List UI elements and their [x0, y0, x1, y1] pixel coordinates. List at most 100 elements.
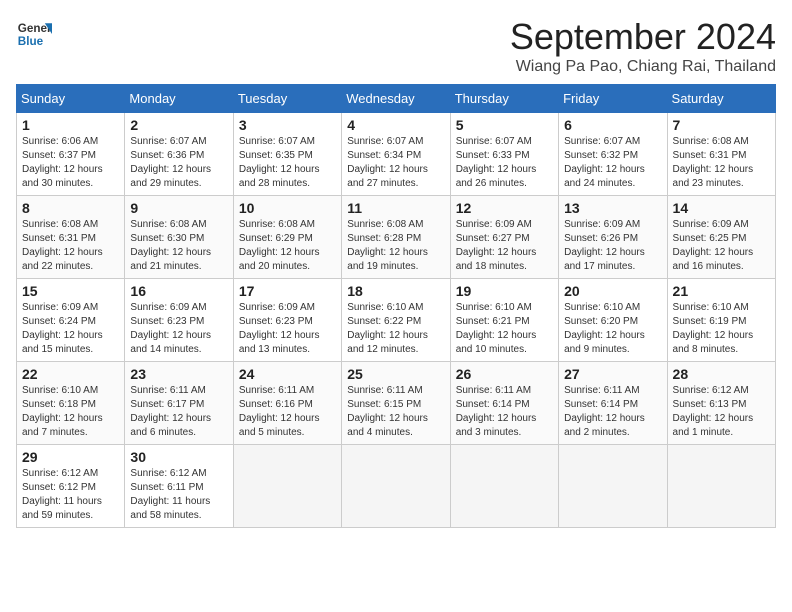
empty-cell — [233, 445, 341, 528]
col-header-thursday: Thursday — [450, 85, 558, 113]
calendar-header-row: SundayMondayTuesdayWednesdayThursdayFrid… — [17, 85, 776, 113]
day-cell-24: 24 Sunrise: 6:11 AM Sunset: 6:16 PM Dayl… — [233, 362, 341, 445]
day-number: 21 — [673, 283, 770, 299]
day-cell-30: 30 Sunrise: 6:12 AM Sunset: 6:11 PM Dayl… — [125, 445, 233, 528]
header: General Blue September 2024 Wiang Pa Pao… — [16, 16, 776, 76]
empty-cell — [450, 445, 558, 528]
day-number: 13 — [564, 200, 661, 216]
day-number: 2 — [130, 117, 227, 133]
day-number: 7 — [673, 117, 770, 133]
day-cell-22: 22 Sunrise: 6:10 AM Sunset: 6:18 PM Dayl… — [17, 362, 125, 445]
day-number: 25 — [347, 366, 444, 382]
day-cell-23: 23 Sunrise: 6:11 AM Sunset: 6:17 PM Dayl… — [125, 362, 233, 445]
day-number: 19 — [456, 283, 553, 299]
day-cell-18: 18 Sunrise: 6:10 AM Sunset: 6:22 PM Dayl… — [342, 279, 450, 362]
calendar-table: SundayMondayTuesdayWednesdayThursdayFrid… — [16, 84, 776, 528]
day-info: Sunrise: 6:12 AM Sunset: 6:13 PM Dayligh… — [673, 384, 770, 440]
day-info: Sunrise: 6:09 AM Sunset: 6:23 PM Dayligh… — [130, 301, 227, 357]
day-info: Sunrise: 6:11 AM Sunset: 6:16 PM Dayligh… — [239, 384, 336, 440]
day-info: Sunrise: 6:11 AM Sunset: 6:15 PM Dayligh… — [347, 384, 444, 440]
day-info: Sunrise: 6:09 AM Sunset: 6:23 PM Dayligh… — [239, 301, 336, 357]
day-number: 30 — [130, 449, 227, 465]
day-cell-12: 12 Sunrise: 6:09 AM Sunset: 6:27 PM Dayl… — [450, 196, 558, 279]
day-number: 8 — [22, 200, 119, 216]
day-number: 26 — [456, 366, 553, 382]
col-header-wednesday: Wednesday — [342, 85, 450, 113]
day-info: Sunrise: 6:07 AM Sunset: 6:35 PM Dayligh… — [239, 135, 336, 191]
day-number: 23 — [130, 366, 227, 382]
title-area: September 2024 Wiang Pa Pao, Chiang Rai,… — [510, 16, 776, 76]
day-number: 12 — [456, 200, 553, 216]
day-cell-19: 19 Sunrise: 6:10 AM Sunset: 6:21 PM Dayl… — [450, 279, 558, 362]
day-cell-5: 5 Sunrise: 6:07 AM Sunset: 6:33 PM Dayli… — [450, 113, 558, 196]
day-number: 15 — [22, 283, 119, 299]
day-cell-6: 6 Sunrise: 6:07 AM Sunset: 6:32 PM Dayli… — [559, 113, 667, 196]
day-info: Sunrise: 6:11 AM Sunset: 6:14 PM Dayligh… — [564, 384, 661, 440]
day-info: Sunrise: 6:08 AM Sunset: 6:29 PM Dayligh… — [239, 218, 336, 274]
day-info: Sunrise: 6:09 AM Sunset: 6:27 PM Dayligh… — [456, 218, 553, 274]
day-cell-11: 11 Sunrise: 6:08 AM Sunset: 6:28 PM Dayl… — [342, 196, 450, 279]
day-cell-28: 28 Sunrise: 6:12 AM Sunset: 6:13 PM Dayl… — [667, 362, 775, 445]
day-number: 20 — [564, 283, 661, 299]
day-info: Sunrise: 6:10 AM Sunset: 6:22 PM Dayligh… — [347, 301, 444, 357]
day-number: 22 — [22, 366, 119, 382]
day-cell-7: 7 Sunrise: 6:08 AM Sunset: 6:31 PM Dayli… — [667, 113, 775, 196]
day-info: Sunrise: 6:08 AM Sunset: 6:30 PM Dayligh… — [130, 218, 227, 274]
day-info: Sunrise: 6:12 AM Sunset: 6:12 PM Dayligh… — [22, 467, 119, 523]
day-info: Sunrise: 6:09 AM Sunset: 6:26 PM Dayligh… — [564, 218, 661, 274]
day-cell-13: 13 Sunrise: 6:09 AM Sunset: 6:26 PM Dayl… — [559, 196, 667, 279]
week-row-3: 15 Sunrise: 6:09 AM Sunset: 6:24 PM Dayl… — [17, 279, 776, 362]
day-number: 16 — [130, 283, 227, 299]
logo: General Blue — [16, 16, 52, 52]
week-row-2: 8 Sunrise: 6:08 AM Sunset: 6:31 PM Dayli… — [17, 196, 776, 279]
col-header-sunday: Sunday — [17, 85, 125, 113]
day-cell-16: 16 Sunrise: 6:09 AM Sunset: 6:23 PM Dayl… — [125, 279, 233, 362]
week-row-4: 22 Sunrise: 6:10 AM Sunset: 6:18 PM Dayl… — [17, 362, 776, 445]
day-info: Sunrise: 6:10 AM Sunset: 6:20 PM Dayligh… — [564, 301, 661, 357]
col-header-friday: Friday — [559, 85, 667, 113]
day-number: 6 — [564, 117, 661, 133]
empty-cell — [342, 445, 450, 528]
col-header-monday: Monday — [125, 85, 233, 113]
day-info: Sunrise: 6:08 AM Sunset: 6:28 PM Dayligh… — [347, 218, 444, 274]
day-info: Sunrise: 6:08 AM Sunset: 6:31 PM Dayligh… — [22, 218, 119, 274]
day-info: Sunrise: 6:07 AM Sunset: 6:32 PM Dayligh… — [564, 135, 661, 191]
day-cell-2: 2 Sunrise: 6:07 AM Sunset: 6:36 PM Dayli… — [125, 113, 233, 196]
day-cell-14: 14 Sunrise: 6:09 AM Sunset: 6:25 PM Dayl… — [667, 196, 775, 279]
day-number: 29 — [22, 449, 119, 465]
day-cell-15: 15 Sunrise: 6:09 AM Sunset: 6:24 PM Dayl… — [17, 279, 125, 362]
day-number: 4 — [347, 117, 444, 133]
day-cell-26: 26 Sunrise: 6:11 AM Sunset: 6:14 PM Dayl… — [450, 362, 558, 445]
svg-text:Blue: Blue — [18, 35, 44, 48]
month-title: September 2024 — [510, 16, 776, 58]
day-number: 14 — [673, 200, 770, 216]
day-number: 3 — [239, 117, 336, 133]
week-row-1: 1 Sunrise: 6:06 AM Sunset: 6:37 PM Dayli… — [17, 113, 776, 196]
day-info: Sunrise: 6:07 AM Sunset: 6:33 PM Dayligh… — [456, 135, 553, 191]
day-number: 28 — [673, 366, 770, 382]
day-info: Sunrise: 6:11 AM Sunset: 6:17 PM Dayligh… — [130, 384, 227, 440]
day-cell-1: 1 Sunrise: 6:06 AM Sunset: 6:37 PM Dayli… — [17, 113, 125, 196]
day-cell-29: 29 Sunrise: 6:12 AM Sunset: 6:12 PM Dayl… — [17, 445, 125, 528]
day-cell-10: 10 Sunrise: 6:08 AM Sunset: 6:29 PM Dayl… — [233, 196, 341, 279]
day-cell-9: 9 Sunrise: 6:08 AM Sunset: 6:30 PM Dayli… — [125, 196, 233, 279]
empty-cell — [667, 445, 775, 528]
logo-icon: General Blue — [16, 16, 52, 52]
day-info: Sunrise: 6:06 AM Sunset: 6:37 PM Dayligh… — [22, 135, 119, 191]
day-number: 9 — [130, 200, 227, 216]
location-title: Wiang Pa Pao, Chiang Rai, Thailand — [510, 58, 776, 76]
day-number: 18 — [347, 283, 444, 299]
empty-cell — [559, 445, 667, 528]
col-header-tuesday: Tuesday — [233, 85, 341, 113]
day-info: Sunrise: 6:10 AM Sunset: 6:18 PM Dayligh… — [22, 384, 119, 440]
day-number: 1 — [22, 117, 119, 133]
day-number: 24 — [239, 366, 336, 382]
col-header-saturday: Saturday — [667, 85, 775, 113]
day-cell-21: 21 Sunrise: 6:10 AM Sunset: 6:19 PM Dayl… — [667, 279, 775, 362]
day-cell-3: 3 Sunrise: 6:07 AM Sunset: 6:35 PM Dayli… — [233, 113, 341, 196]
day-cell-8: 8 Sunrise: 6:08 AM Sunset: 6:31 PM Dayli… — [17, 196, 125, 279]
day-info: Sunrise: 6:09 AM Sunset: 6:25 PM Dayligh… — [673, 218, 770, 274]
day-info: Sunrise: 6:07 AM Sunset: 6:36 PM Dayligh… — [130, 135, 227, 191]
day-info: Sunrise: 6:11 AM Sunset: 6:14 PM Dayligh… — [456, 384, 553, 440]
day-info: Sunrise: 6:12 AM Sunset: 6:11 PM Dayligh… — [130, 467, 227, 523]
